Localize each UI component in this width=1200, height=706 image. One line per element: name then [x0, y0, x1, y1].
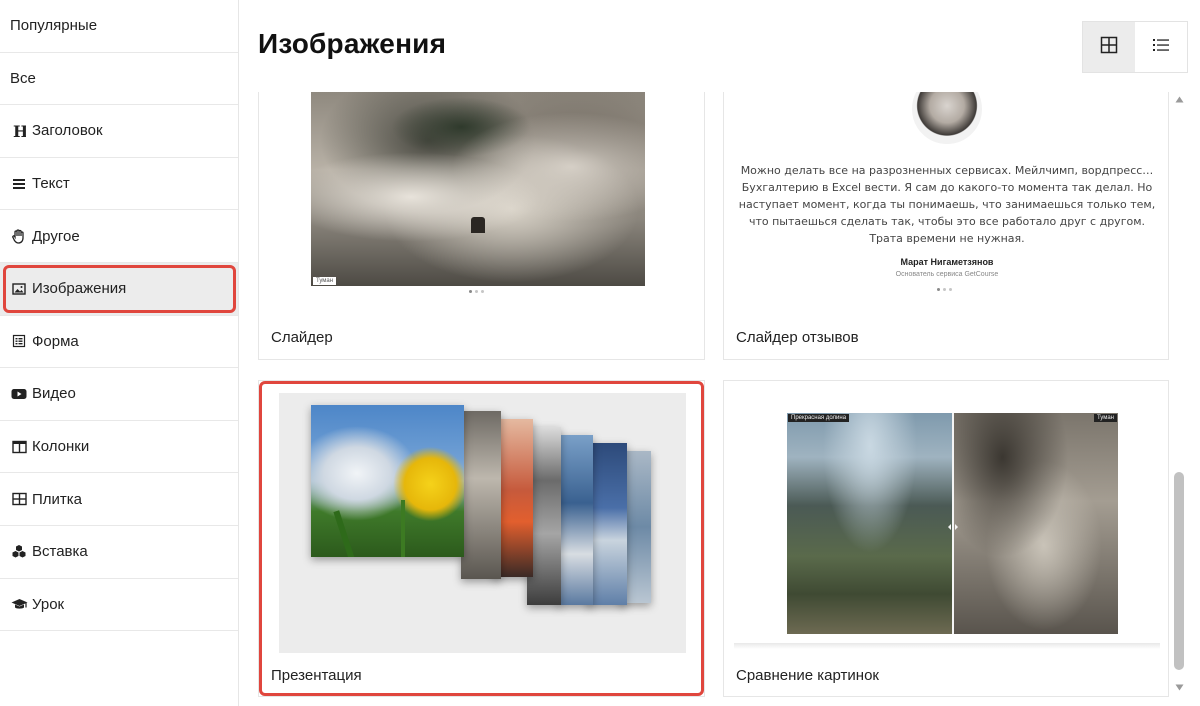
- sidebar-item-label: Текст: [32, 175, 70, 193]
- card-label: Слайдер: [271, 329, 333, 346]
- card-label: Слайдер отзывов: [736, 329, 859, 346]
- block-card-review-slider[interactable]: Можно делать все на разрозненных сервиса…: [723, 92, 1169, 360]
- content-scrollbar[interactable]: [1172, 92, 1186, 698]
- sidebar-item-label: Изображения: [32, 280, 127, 298]
- slider-dots: [937, 288, 952, 291]
- sidebar-item-video[interactable]: Видео: [0, 368, 238, 421]
- compare-handle-arrows[interactable]: [948, 519, 958, 530]
- slider-dots: [469, 290, 484, 293]
- block-card-image-compare[interactable]: Прекрасная долина Туман Сравнение картин…: [723, 380, 1169, 697]
- sidebar-item-label: Популярные: [10, 17, 98, 35]
- presentation-slide: [587, 443, 627, 605]
- sidebar-item-tiles[interactable]: Плитка: [0, 473, 238, 526]
- presentation-slide: [311, 405, 464, 557]
- grid-view-button[interactable]: [1083, 22, 1135, 72]
- slider-preview-image: Туман: [311, 92, 645, 286]
- card-label: Сравнение картинок: [736, 667, 879, 684]
- graduation-cap-icon: [10, 595, 28, 613]
- list-icon: [1152, 37, 1170, 58]
- review-text: Можно делать все на разрозненных сервиса…: [738, 164, 1156, 245]
- list-view-button[interactable]: [1135, 22, 1187, 72]
- sidebar-item-label: Видео: [32, 385, 76, 403]
- sidebar-item-label: Вставка: [32, 543, 88, 561]
- compare-left-image: Прекрасная долина: [787, 413, 953, 634]
- sidebar-item-columns[interactable]: Колонки: [0, 421, 238, 474]
- sidebar-item-label: Плитка: [32, 490, 83, 508]
- sidebar-item-lesson[interactable]: Урок: [0, 579, 238, 632]
- preview-shadow: [734, 643, 1160, 649]
- presentation-preview: [279, 393, 686, 653]
- svg-text:H: H: [13, 123, 26, 139]
- tiles-icon: [10, 490, 28, 508]
- sidebar-item-text[interactable]: Текст: [0, 158, 238, 211]
- scrollbar-thumb[interactable]: [1174, 472, 1184, 670]
- text-lines-icon: [10, 175, 28, 193]
- compare-left-caption: Прекрасная долина: [788, 414, 850, 422]
- review-role: Основатель сервиса GetCourse: [895, 271, 999, 278]
- presentation-slide: [461, 411, 501, 579]
- block-card-slider[interactable]: Туман Слайдер: [258, 92, 705, 360]
- sidebar-item-label: Все: [10, 69, 36, 87]
- blocks-icon: [10, 543, 28, 561]
- sidebar-item-label: Другое: [32, 227, 80, 245]
- review-author: Марат Нигаметзянов: [900, 257, 994, 267]
- view-toggle: [1082, 21, 1188, 73]
- image-icon: [10, 280, 28, 298]
- video-icon: [10, 385, 28, 403]
- grid-icon: [1100, 36, 1118, 59]
- avatar: [912, 92, 982, 144]
- slider-image-caption: Туман: [313, 277, 337, 285]
- scroll-up-arrow[interactable]: [1174, 94, 1184, 104]
- page-title: Изображения: [258, 28, 447, 59]
- sidebar-item-embed[interactable]: Вставка: [0, 526, 238, 579]
- block-category-sidebar: Популярные Все H Заголовок Текст Другое …: [0, 0, 239, 706]
- columns-icon: [10, 438, 28, 456]
- heading-icon: H: [10, 122, 28, 140]
- compare-right-image: Туман: [953, 413, 1118, 634]
- sidebar-item-all[interactable]: Все: [0, 53, 238, 106]
- block-card-presentation[interactable]: Презентация: [258, 380, 705, 697]
- sidebar-item-images[interactable]: Изображения: [0, 262, 238, 316]
- compare-right-caption: Туман: [1093, 414, 1117, 422]
- sidebar-item-label: Форма: [32, 332, 79, 350]
- hand-icon: [10, 227, 28, 245]
- sidebar-item-label: Урок: [32, 595, 65, 613]
- form-icon: [10, 332, 28, 350]
- sidebar-item-other[interactable]: Другое: [0, 210, 238, 263]
- sidebar-item-heading[interactable]: H Заголовок: [0, 105, 238, 158]
- sidebar-item-popular[interactable]: Популярные: [0, 0, 238, 53]
- card-label: Презентация: [271, 667, 362, 684]
- sidebar-item-label: Колонки: [32, 438, 90, 456]
- sidebar-item-label: Заголовок: [32, 122, 103, 140]
- sidebar-item-form[interactable]: Форма: [0, 316, 238, 369]
- presentation-slide: [557, 435, 593, 605]
- scroll-down-arrow[interactable]: [1174, 682, 1184, 692]
